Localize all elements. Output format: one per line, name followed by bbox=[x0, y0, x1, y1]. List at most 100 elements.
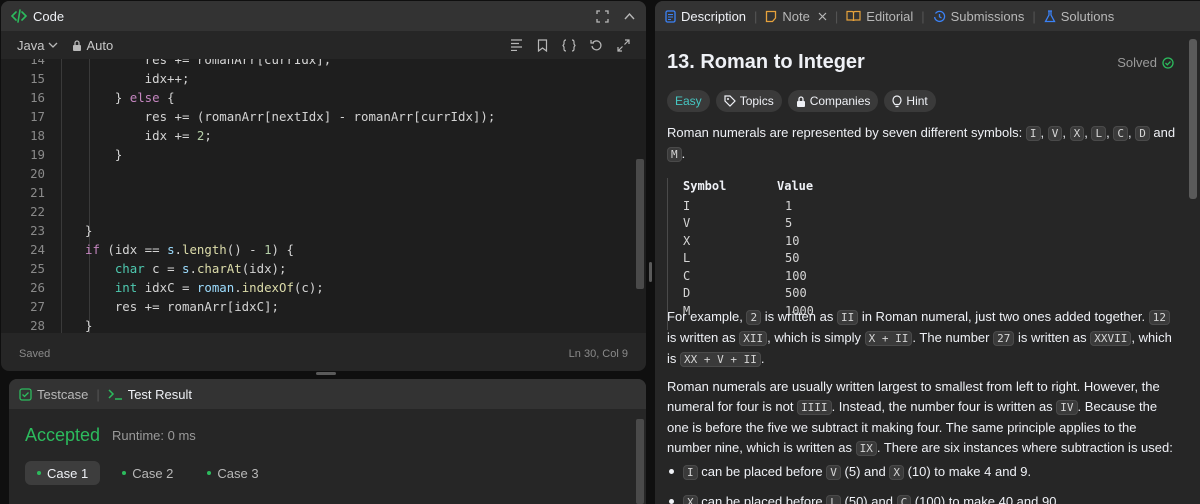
topics-chip[interactable]: Topics bbox=[715, 90, 782, 112]
horizontal-resize-handle[interactable] bbox=[316, 372, 336, 375]
case-tab[interactable]: Case 1 bbox=[25, 461, 101, 485]
tag-icon bbox=[724, 95, 736, 107]
case-tab[interactable]: Case 3 bbox=[195, 461, 270, 485]
value-cell: 50 bbox=[785, 251, 800, 265]
language-select[interactable]: Java bbox=[17, 38, 58, 53]
description-tabs: Description | Note | Editorial | Submiss… bbox=[655, 1, 1200, 31]
code-text: } bbox=[85, 318, 93, 333]
code-line[interactable]: 21 bbox=[1, 183, 635, 202]
code-panel-header: Code bbox=[1, 1, 646, 31]
reset-icon[interactable] bbox=[590, 39, 603, 52]
test-panel: Testcase | Test Result Accepted Runtime:… bbox=[9, 379, 646, 504]
table-row: V5 bbox=[668, 215, 1177, 233]
tab-note[interactable]: Note bbox=[765, 8, 827, 24]
line-number: 23 bbox=[30, 223, 45, 238]
line-number: 28 bbox=[30, 318, 45, 333]
pass-dot-icon bbox=[122, 471, 127, 475]
code-text: } bbox=[85, 223, 93, 238]
code-line[interactable]: 17 res += (romanArr[nextIdx] - romanArr[… bbox=[1, 107, 635, 126]
code-text: if (idx == s.length() - 1) { bbox=[85, 242, 294, 257]
editor-status-bar: Saved Ln 30, Col 9 bbox=[1, 341, 646, 367]
vertical-resize-handle[interactable] bbox=[649, 262, 652, 282]
code-line[interactable]: 27 res += romanArr[idxC]; bbox=[1, 297, 635, 316]
result-scrollbar[interactable] bbox=[636, 419, 644, 504]
solved-label: Solved bbox=[1117, 55, 1157, 70]
line-number: 24 bbox=[30, 242, 45, 257]
case-label: Case 1 bbox=[47, 465, 89, 481]
list-item-text: X can be placed before L (50) and C (100… bbox=[683, 494, 1060, 504]
close-icon[interactable] bbox=[818, 12, 827, 21]
subtraction-rules-list: I can be placed before V (5) and X (10) … bbox=[667, 461, 1177, 504]
line-number: 17 bbox=[30, 109, 45, 124]
code-editor[interactable]: 14 res += romanArr[currIdx]; 15 idx++; 16 … bbox=[1, 59, 646, 333]
bookmark-icon[interactable] bbox=[537, 38, 548, 52]
code-line[interactable]: 23} bbox=[1, 221, 635, 240]
tab-solutions[interactable]: Solutions bbox=[1044, 9, 1114, 24]
code-line[interactable]: 14 res += romanArr[currIdx]; bbox=[1, 59, 635, 69]
language-label: Java bbox=[17, 37, 45, 53]
code-line[interactable]: 20 bbox=[1, 164, 635, 183]
runtime-text: Runtime: 0 ms bbox=[112, 428, 196, 443]
tab-description[interactable]: Description bbox=[665, 9, 746, 24]
companies-chip[interactable]: Companies bbox=[787, 90, 879, 112]
hint-label: Hint bbox=[906, 94, 928, 108]
symbol-cell: D bbox=[683, 286, 691, 300]
line-number: 22 bbox=[30, 204, 45, 219]
code-text: } bbox=[85, 147, 123, 162]
table-row: L 50 bbox=[668, 250, 1177, 268]
code-line[interactable]: 28} bbox=[1, 316, 635, 333]
code-text: int idxC = roman.indexOf(c); bbox=[114, 280, 324, 295]
case-label: Case 3 bbox=[217, 465, 259, 481]
tab-testcase-label: Testcase bbox=[37, 386, 89, 402]
code-line[interactable]: 18 idx += 2; bbox=[1, 126, 635, 145]
tab-test-result[interactable]: Test Result bbox=[108, 387, 192, 402]
table-header-row: Symbol Value bbox=[668, 178, 1177, 196]
line-number: 26 bbox=[30, 280, 45, 295]
tab-submissions[interactable]: Submissions bbox=[933, 9, 1024, 24]
tab-test-result-label: Test Result bbox=[127, 386, 193, 402]
maximize-icon[interactable] bbox=[596, 9, 609, 23]
line-number: 19 bbox=[30, 147, 45, 162]
code-icon bbox=[11, 9, 27, 23]
code-line[interactable]: 26 int idxC = roman.indexOf(c); bbox=[1, 278, 635, 297]
editor-scrollbar[interactable] bbox=[636, 159, 644, 289]
code-line[interactable]: 16 } else { bbox=[1, 88, 635, 107]
collapse-icon[interactable] bbox=[623, 10, 636, 23]
tab-testcase[interactable]: Testcase bbox=[19, 387, 88, 402]
description-scrollbar[interactable] bbox=[1189, 39, 1197, 199]
test-panel-tabs: Testcase | Test Result bbox=[9, 379, 646, 409]
code-line[interactable]: 22 bbox=[1, 202, 635, 221]
lock-icon bbox=[796, 95, 806, 107]
checkbox-icon bbox=[19, 387, 32, 401]
solved-badge: Solved bbox=[1117, 55, 1174, 70]
example-paragraph: For example, 2 is written as II in Roman… bbox=[667, 309, 1172, 367]
code-text: } else { bbox=[85, 90, 175, 105]
code-panel-title: Code bbox=[33, 8, 65, 24]
table-row: C 100 bbox=[668, 268, 1177, 286]
code-line[interactable]: 15 idx++; bbox=[1, 69, 635, 88]
format-icon[interactable] bbox=[510, 39, 523, 51]
hint-chip[interactable]: Hint bbox=[884, 90, 936, 112]
code-line[interactable]: 25 char c = s.charAt(idx); bbox=[1, 259, 635, 278]
lock-icon bbox=[72, 39, 82, 51]
code-line[interactable]: 19 } bbox=[1, 145, 635, 164]
verdict-text: Accepted bbox=[25, 425, 101, 445]
lightbulb-icon bbox=[892, 94, 903, 108]
code-line[interactable]: 24 if (idx == s.length() - 1) { bbox=[1, 240, 635, 259]
tab-editorial[interactable]: Editorial bbox=[846, 9, 913, 24]
tab-note-label: Note bbox=[782, 8, 810, 24]
braces-icon[interactable] bbox=[562, 38, 576, 52]
autocomplete-mode[interactable]: Auto bbox=[72, 38, 113, 53]
code-text: char c = s.charAt(idx); bbox=[114, 261, 287, 276]
case-tabs: Case 1 Case 2 Case 3 bbox=[25, 461, 271, 485]
list-item: I can be placed before V (5) and X (10) … bbox=[667, 461, 1177, 481]
table-row: D 500 bbox=[668, 285, 1177, 303]
check-circle-icon bbox=[1162, 56, 1174, 69]
code-text: res += (romanArr[nextIdx] - romanArr[cur… bbox=[85, 109, 496, 124]
case-tab[interactable]: Case 2 bbox=[110, 461, 185, 485]
symbol-cell: C bbox=[683, 268, 691, 283]
expand-icon[interactable] bbox=[617, 38, 630, 52]
document-icon bbox=[665, 9, 676, 23]
terminal-icon bbox=[108, 388, 123, 400]
flask-icon bbox=[1044, 9, 1056, 23]
